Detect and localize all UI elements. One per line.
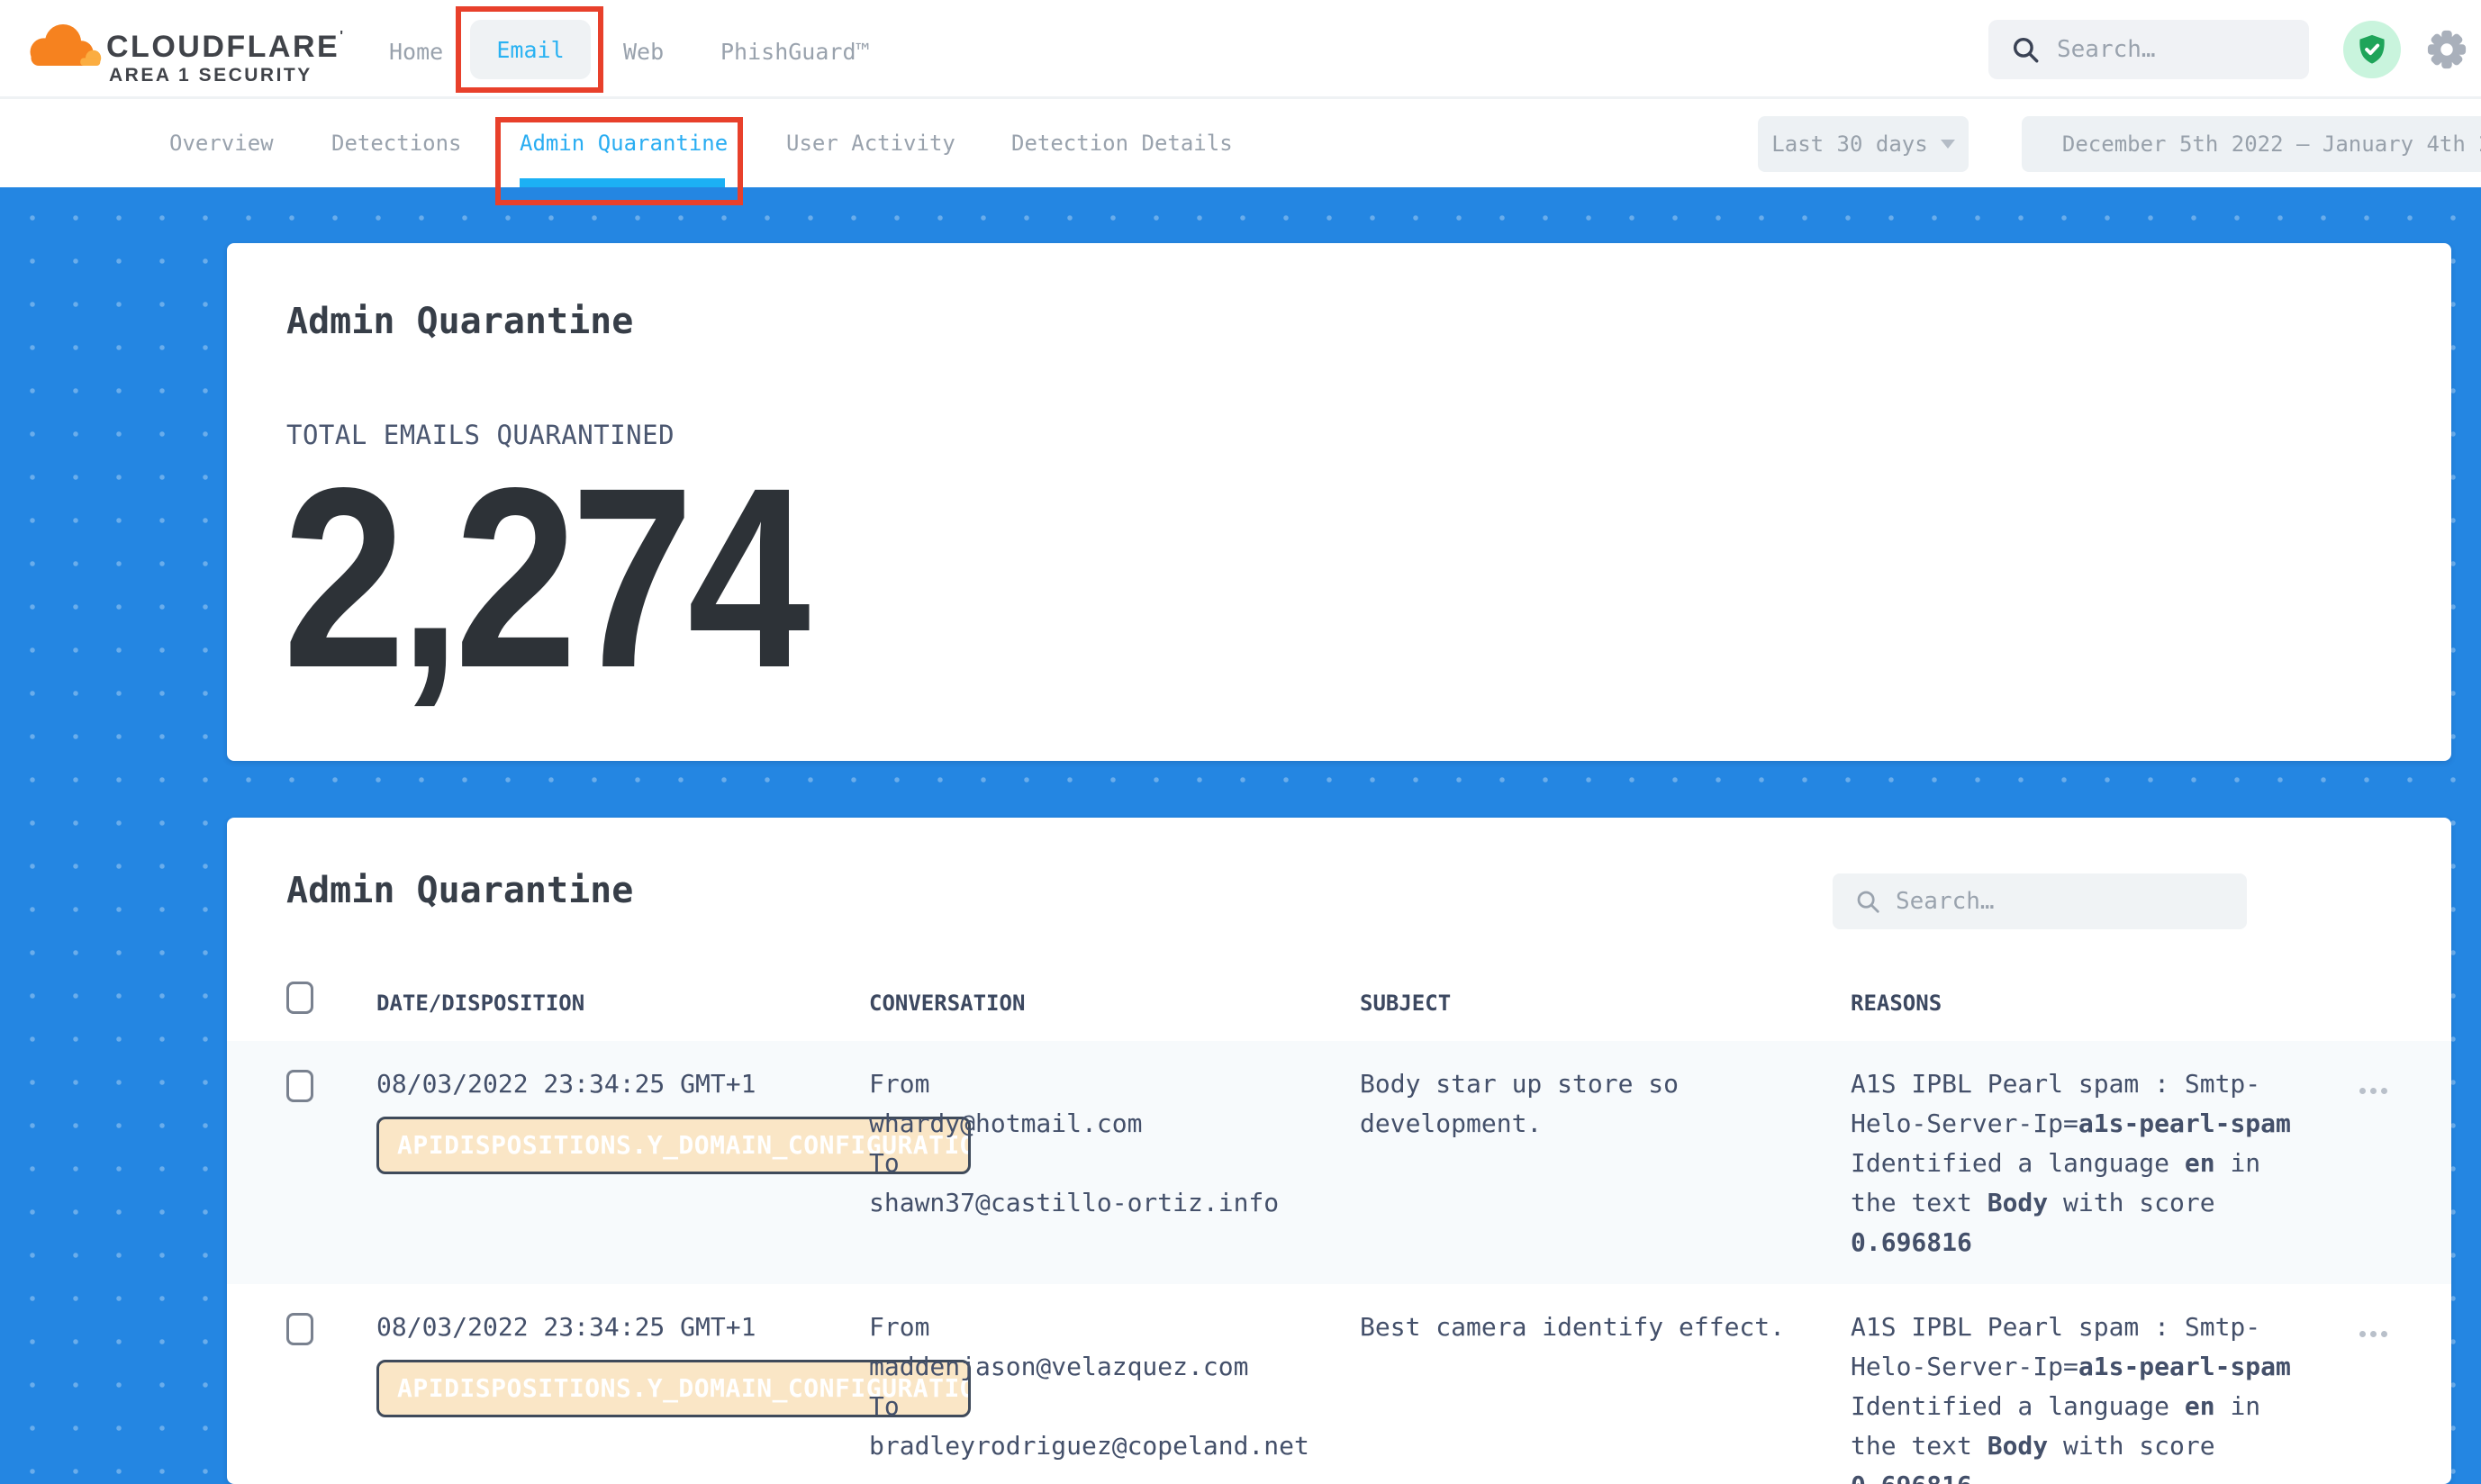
top-navbar: CLOUDFLARE' AREA 1 SECURITY Home Email W… — [0, 0, 2481, 99]
table-row: 08/03/2022 23:34:25 GMT+1 APIDISPOSITION… — [227, 1041, 2451, 1284]
row-reasons: A1S IPBL Pearl spam : Smtp-Helo-Server-I… — [1851, 1064, 2297, 1262]
topnav-item-email[interactable]: Email — [470, 20, 591, 79]
row-actions-menu[interactable] — [2359, 1088, 2387, 1094]
col-header-reasons: REASONS — [1851, 991, 1942, 1016]
settings-button[interactable] — [2426, 29, 2467, 70]
row-subject: Best camera identify effect. — [1360, 1308, 1792, 1347]
row-actions-menu[interactable] — [2359, 1331, 2387, 1337]
metric-value: 2,274 — [283, 450, 804, 707]
global-search-input[interactable] — [2057, 36, 2282, 63]
topnav-item-home[interactable]: Home — [389, 39, 443, 65]
table-search-input[interactable] — [1896, 888, 2193, 915]
page-background: Admin Quarantine TOTAL EMAILS QUARANTINE… — [0, 187, 2481, 1484]
date-range-button[interactable]: December 5th 2022 — January 4th 2023 — [2022, 116, 2481, 172]
search-icon — [2010, 34, 2041, 65]
tab-detections[interactable]: Detections — [331, 131, 462, 156]
row-subject: Body star up store so development. — [1360, 1064, 1792, 1144]
to-email[interactable]: shawn37@castillo-ortiz.info — [869, 1183, 1373, 1223]
protection-status-badge[interactable] — [2343, 21, 2401, 78]
cloudflare-logo[interactable]: CLOUDFLARE' AREA 1 SECURITY — [20, 11, 326, 90]
chevron-down-icon — [1941, 140, 1955, 149]
row-reasons: A1S IPBL Pearl spam : Smtp-Helo-Server-I… — [1851, 1308, 2297, 1484]
row-date: 08/03/2022 23:34:25 GMT+1 — [376, 1308, 756, 1347]
row-checkbox[interactable] — [286, 1313, 313, 1345]
topnav-item-web[interactable]: Web — [623, 39, 664, 65]
table-card-title: Admin Quarantine — [286, 870, 633, 911]
col-header-conversation: CONVERSATION — [869, 991, 1025, 1016]
tab-user-activity[interactable]: User Activity — [786, 131, 955, 156]
row-checkbox[interactable] — [286, 1070, 313, 1102]
summary-card: Admin Quarantine TOTAL EMAILS QUARANTINE… — [227, 243, 2451, 761]
from-email[interactable]: whardy@hotmail.com — [869, 1104, 1373, 1144]
select-all-checkbox[interactable] — [286, 982, 313, 1014]
row-conversation: From maddenjason@velazquez.com To bradle… — [869, 1308, 1373, 1466]
cloudflare-cloud-icon — [20, 16, 106, 74]
topnav-item-phishguard[interactable]: PhishGuard™ — [720, 39, 870, 65]
search-icon — [1854, 888, 1881, 915]
to-email[interactable]: bradleyrodriguez@copeland.net — [869, 1426, 1373, 1466]
area1-security-app: { "brand": { "name": "CLOUDFLARE", "tm":… — [0, 0, 2481, 1484]
global-search — [1988, 20, 2309, 79]
email-section-tabs: Overview Detections Admin Quarantine Use… — [0, 102, 2481, 187]
tab-detection-details[interactable]: Detection Details — [1011, 131, 1233, 156]
col-header-date-disposition: DATE/DISPOSITION — [376, 991, 584, 1016]
col-header-subject: SUBJECT — [1360, 991, 1451, 1016]
from-email[interactable]: maddenjason@velazquez.com — [869, 1347, 1373, 1387]
tab-overview[interactable]: Overview — [169, 131, 274, 156]
gear-icon — [2426, 29, 2467, 70]
table-search — [1833, 873, 2247, 929]
brand-name: CLOUDFLARE' — [106, 29, 343, 65]
active-tab-underline — [520, 178, 725, 187]
table-row: 08/03/2022 23:34:25 GMT+1 APIDISPOSITION… — [227, 1284, 2451, 1484]
period-dropdown[interactable]: Last 30 days — [1758, 116, 1969, 172]
row-date: 08/03/2022 23:34:25 GMT+1 — [376, 1064, 756, 1104]
tab-admin-quarantine[interactable]: Admin Quarantine — [520, 131, 728, 156]
row-conversation: From whardy@hotmail.com To shawn37@casti… — [869, 1064, 1373, 1223]
brand-subtitle: AREA 1 SECURITY — [109, 65, 312, 86]
quarantine-table-card: Admin Quarantine Filter DATE/DISPOSITION… — [227, 818, 2451, 1484]
shield-check-icon — [2355, 32, 2389, 67]
summary-card-title: Admin Quarantine — [286, 301, 633, 342]
